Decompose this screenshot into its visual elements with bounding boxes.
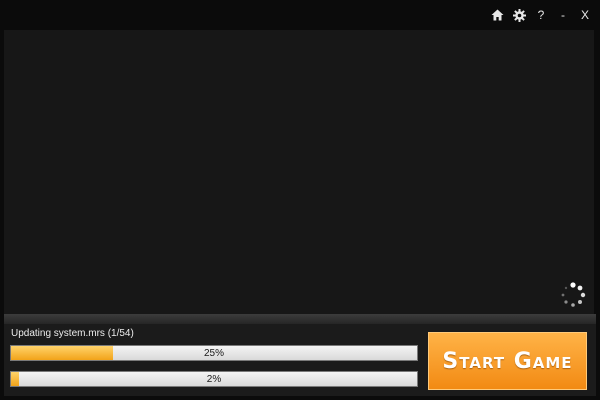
total-progress-bar: 2% <box>10 371 418 387</box>
divider-strip <box>4 314 596 324</box>
update-status-text: Updating system.mrs (1/54) <box>11 328 134 339</box>
total-progress-label: 2% <box>206 373 222 385</box>
minimize-button[interactable]: - <box>552 5 574 25</box>
title-bar[interactable]: ? - X <box>0 0 600 30</box>
home-icon[interactable] <box>486 5 508 25</box>
file-progress-bar: 25% <box>10 345 418 361</box>
close-button[interactable]: X <box>574 5 596 25</box>
start-game-button[interactable]: Start Game <box>428 332 587 390</box>
gear-icon[interactable] <box>508 5 530 25</box>
file-progress-label: 25% <box>203 347 224 359</box>
launcher-window: ? - X Updating system.mrs (1/54) 25% 2% … <box>0 0 600 400</box>
news-content-area <box>4 30 594 314</box>
help-button[interactable]: ? <box>530 5 552 25</box>
window-controls: ? - X <box>486 5 596 25</box>
loading-spinner-icon <box>558 280 588 310</box>
